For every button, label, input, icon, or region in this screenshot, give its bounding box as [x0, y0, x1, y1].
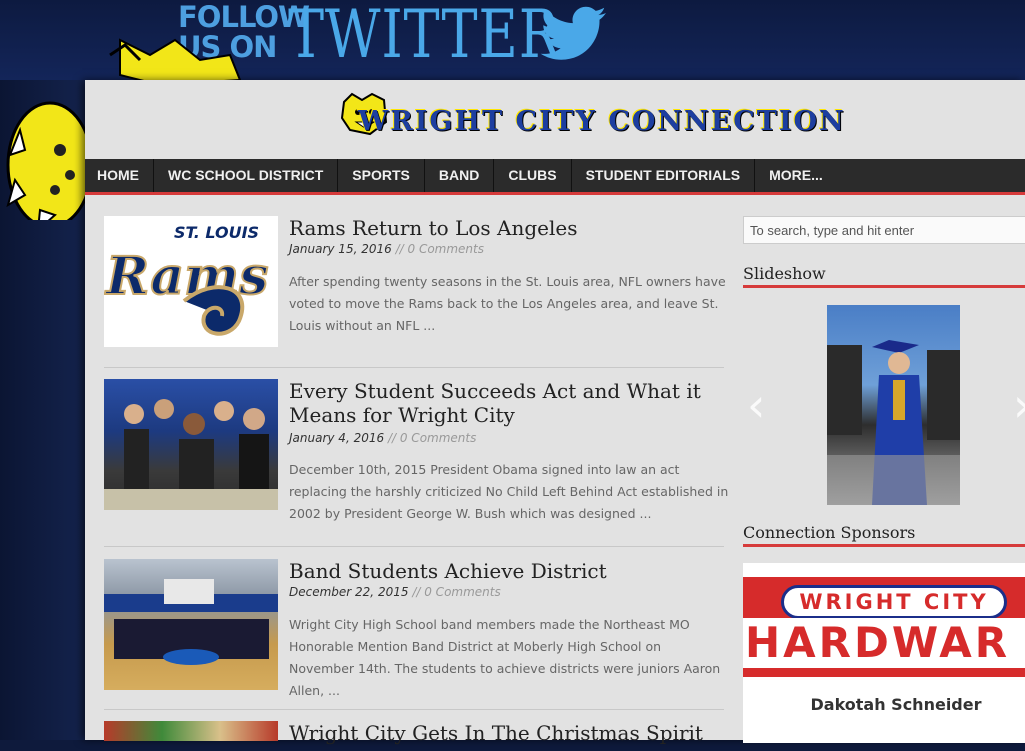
post-meta: January 4, 2016 // 0 Comments [289, 431, 477, 445]
slideshow-heading: Slideshow [743, 264, 1025, 288]
sponsor-ad[interactable]: WRIGHT CITY HARDWAR Dakotah Schneider [743, 563, 1025, 743]
site-logo-text: WRIGHT CITY CONNECTION [358, 106, 846, 137]
sponsor-name-pill: WRIGHT CITY [781, 585, 1007, 619]
nav-item-wc-school-district[interactable]: WC SCHOOL DISTRICT [154, 159, 339, 192]
post-item: Band Students Achieve District December … [104, 559, 724, 710]
post-meta: December 22, 2015 // 0 Comments [289, 585, 501, 599]
post-thumbnail[interactable] [104, 721, 278, 741]
signing-photo-image [104, 399, 278, 510]
search-input[interactable]: To search, type and hit enter [743, 216, 1025, 244]
post-thumbnail[interactable] [104, 379, 278, 510]
post-title[interactable]: Every Student Succeeds Act and What it M… [289, 379, 729, 427]
post-excerpt: December 10th, 2015 President Obama sign… [289, 462, 729, 521]
sponsors-heading: Connection Sponsors [743, 523, 1025, 547]
slideshow-image[interactable] [827, 305, 960, 505]
nav-item-more[interactable]: MORE... [755, 159, 837, 192]
post-title[interactable]: Rams Return to Los Angeles [289, 216, 729, 240]
post-item: Wright City Gets In The Christmas Spirit [104, 721, 724, 751]
sponsor-store-text: HARDWAR [743, 618, 1025, 668]
post-meta: January 15, 2016 // 0 Comments [289, 242, 484, 256]
post-item: ST. LOUIS Rams Rams Return to Los Angele… [104, 216, 726, 368]
post-thumbnail[interactable] [104, 559, 278, 690]
nav-item-student-editorials[interactable]: STUDENT EDITORIALS [572, 159, 756, 192]
slideshow-next-arrow[interactable]: › [1013, 378, 1025, 432]
nav-item-sports[interactable]: SPORTS [338, 159, 425, 192]
post-excerpt: After spending twenty seasons in the St.… [289, 274, 726, 333]
post-comments-link[interactable]: 0 Comments [424, 585, 501, 599]
slideshow-prev-arrow[interactable]: ‹ [747, 378, 765, 432]
nav-item-clubs[interactable]: CLUBS [494, 159, 572, 192]
main-panel: WRIGHT CITY CONNECTION HOME WC SCHOOL DI… [85, 80, 1025, 745]
post-title[interactable]: Band Students Achieve District [289, 559, 729, 583]
main-nav: HOME WC SCHOOL DISTRICT SPORTS BAND CLUB… [85, 159, 1025, 195]
post-date: January 4, 2016 [289, 431, 385, 445]
band-photo-image [104, 579, 278, 665]
graduate-photo-image [827, 340, 960, 505]
twitter-word: TWITTER [288, 0, 561, 73]
twitter-bird-icon [540, 6, 606, 60]
nav-item-band[interactable]: BAND [425, 159, 495, 192]
site-logo[interactable]: WRIGHT CITY CONNECTION [340, 92, 844, 142]
post-excerpt: Wright City High School band members mad… [289, 617, 721, 698]
sponsor-owner-name: Dakotah Schneider [810, 695, 982, 714]
post-date: January 15, 2016 [289, 242, 392, 256]
post-date: December 22, 2015 [289, 585, 409, 599]
rams-logo-image: ST. LOUIS Rams [104, 223, 269, 336]
svg-text:ST. LOUIS: ST. LOUIS [174, 223, 259, 242]
nav-item-home[interactable]: HOME [85, 159, 154, 192]
post-title[interactable]: Wright City Gets In The Christmas Spirit [289, 721, 729, 745]
post-comments-link[interactable]: 0 Comments [408, 242, 485, 256]
post-item: Every Student Succeeds Act and What it M… [104, 379, 728, 547]
post-comments-link[interactable]: 0 Comments [400, 431, 477, 445]
post-thumbnail[interactable]: ST. LOUIS Rams [104, 216, 278, 347]
